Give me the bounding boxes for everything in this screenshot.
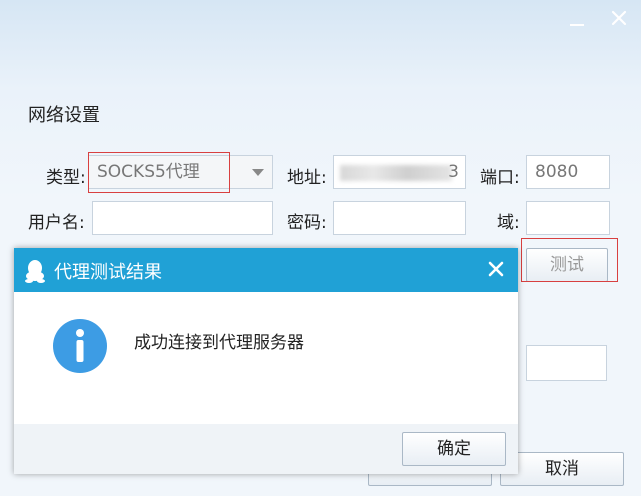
username-input[interactable]: [92, 201, 273, 235]
redacted-address: [340, 165, 452, 181]
dialog-title: 代理测试结果: [54, 262, 162, 283]
password-label: 密码:: [287, 213, 327, 233]
address-input[interactable]: 3: [333, 155, 466, 189]
window-controls: [567, 8, 629, 28]
hidden-input[interactable]: [526, 345, 607, 381]
dialog-footer: 确定: [14, 424, 518, 474]
close-icon[interactable]: [484, 257, 508, 281]
proxy-test-dialog: 代理测试结果 成功连接到代理服务器 确定: [14, 248, 518, 474]
address-value-tail: 3: [448, 162, 459, 182]
cancel-button[interactable]: 取消: [500, 452, 624, 486]
username-label: 用户名:: [28, 213, 85, 233]
dialog-message: 成功连接到代理服务器: [134, 333, 304, 353]
section-title: 网络设置: [28, 105, 100, 126]
highlight-box-test: [521, 238, 618, 282]
minimize-icon[interactable]: [567, 8, 587, 28]
password-input[interactable]: [333, 201, 466, 235]
domain-input[interactable]: [526, 201, 610, 235]
chevron-down-icon[interactable]: [252, 169, 264, 176]
close-icon[interactable]: [609, 8, 629, 28]
penguin-logo-icon: [25, 260, 45, 283]
info-icon: [53, 319, 107, 373]
port-label: 端口:: [480, 168, 520, 188]
domain-label: 域:: [497, 213, 520, 233]
ok-button[interactable]: 确定: [402, 432, 506, 466]
highlight-box-type: [88, 152, 230, 193]
address-label: 地址:: [287, 168, 327, 188]
dialog-header: 代理测试结果: [14, 248, 518, 292]
type-label: 类型:: [46, 168, 86, 188]
port-input[interactable]: 8080: [526, 155, 610, 189]
